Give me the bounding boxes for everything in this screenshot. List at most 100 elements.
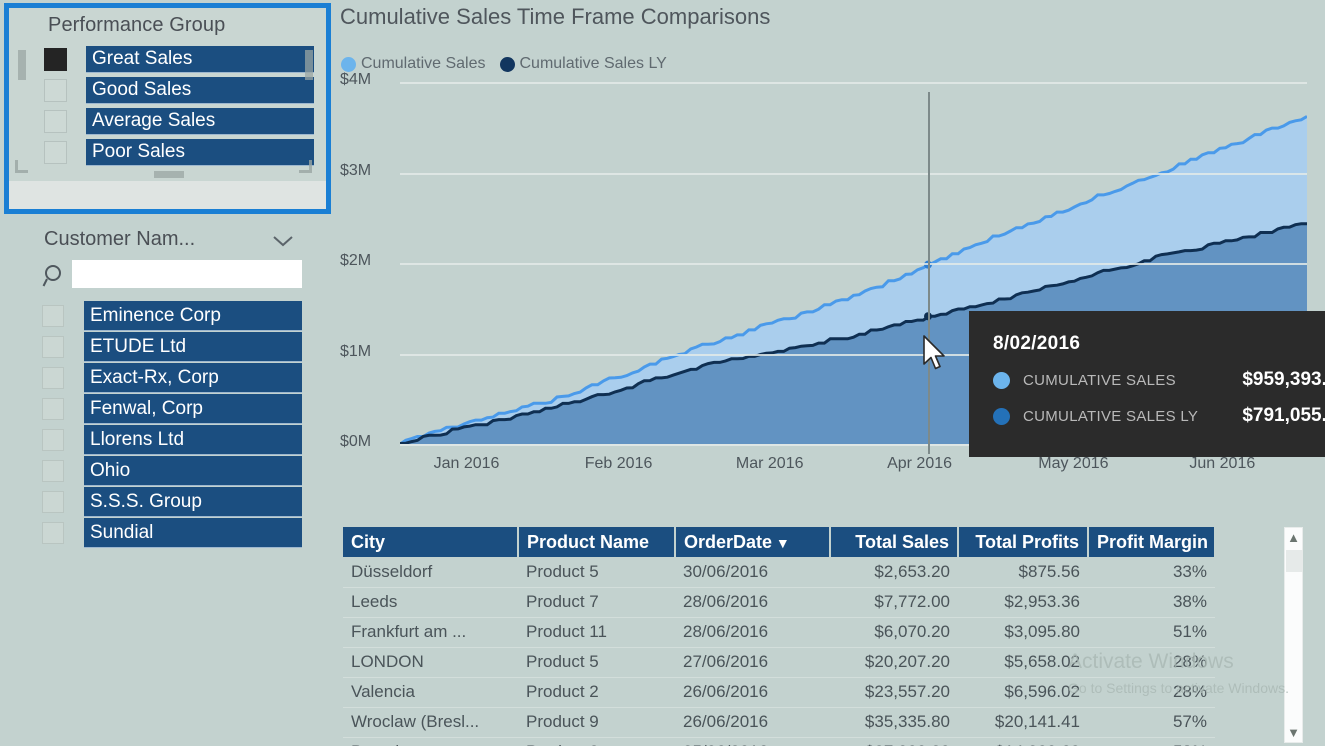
scrollbar-thumb[interactable]	[1286, 550, 1303, 572]
x-axis-tick-label: Apr 2016	[887, 455, 953, 472]
table-column-header-label: Profit Margin	[1097, 531, 1208, 552]
table-cell: Product 5	[518, 647, 675, 678]
table-vertical-scrollbar[interactable]: ▲ ▼	[1284, 527, 1303, 743]
table-row[interactable]: Frankfurt am ... Product 11 28/06/2016 $6,0…	[343, 617, 1215, 648]
table-cell: $875.56	[958, 557, 1088, 588]
checkbox-icon[interactable]	[42, 398, 64, 420]
checkbox-checked-icon[interactable]	[44, 48, 67, 71]
legend-item[interactable]: Cumulative Sales LY	[499, 55, 667, 73]
performance-group-slicer[interactable]: Performance Group Great Sales Good Sales A…	[4, 3, 331, 214]
performance-slicer-item-label: Good Sales	[86, 77, 314, 104]
table-cell: 30/06/2016	[675, 557, 830, 588]
table-cell: 28/06/2016	[675, 617, 830, 648]
table-cell: 27/06/2016	[675, 647, 830, 678]
table-cell: 38%	[1088, 587, 1215, 618]
customer-slicer-item-label: Exact-Rx, Corp	[84, 363, 302, 393]
table-cell: 26/06/2016	[675, 677, 830, 708]
checkbox-icon[interactable]	[42, 522, 64, 544]
chevron-down-icon[interactable]	[272, 234, 294, 248]
customer-slicer-item-label: Llorens Ltd	[84, 425, 302, 455]
table-row[interactable]: Wroclaw (Bresl... Product 9 26/06/2016 $35,…	[343, 707, 1215, 738]
table-row[interactable]: BarcelonaProduct 225/06/2016$27,000.20$1…	[343, 737, 1215, 746]
table-cell: $3,095.80	[958, 617, 1088, 648]
table-cell: Wroclaw (Bresl...	[343, 707, 518, 738]
performance-group-title: Performance Group	[48, 14, 226, 36]
customer-slicer-item-label: Ohio	[84, 456, 302, 486]
legend-color-dot	[499, 56, 515, 72]
table-column-header[interactable]: City	[343, 527, 519, 557]
table-column-header[interactable]: Profit Margin	[1088, 527, 1216, 557]
table-body: Düsseldorf Product 5 30/06/2016 $2,653.20 $8…	[343, 557, 1215, 746]
table-cell: $20,207.20	[830, 647, 958, 678]
table-column-header[interactable]: OrderDate ▼	[675, 527, 831, 557]
table-cell: LONDON	[343, 647, 518, 678]
checkbox-icon[interactable]	[44, 79, 67, 102]
customer-name-title: Customer Nam...	[44, 228, 196, 250]
resize-handle-bottom[interactable]	[154, 171, 184, 178]
tooltip-date: 8/02/2016	[993, 333, 1081, 354]
tooltip-series-dot	[993, 407, 1010, 425]
checkbox-icon[interactable]	[42, 336, 64, 358]
sales-detail-table-visual[interactable]: City Product Name OrderDate ▼ Total Sales To…	[336, 512, 1325, 746]
chevron-up-icon[interactable]: ▲	[1285, 528, 1302, 547]
checkbox-icon[interactable]	[44, 110, 67, 133]
table-row[interactable]: LONDON Product 5 27/06/2016 $20,207.20 $5,65…	[343, 647, 1215, 678]
table-cell: 28%	[1088, 677, 1215, 708]
tooltip-series-label: CUMULATIVE SALES LY	[1023, 407, 1199, 425]
table-cell: Düsseldorf	[343, 557, 518, 588]
powerbi-report-canvas: Performance Group Great Sales Good Sales A…	[0, 0, 1325, 746]
chart-gridline	[400, 263, 1307, 265]
chart-gridline	[400, 82, 1307, 84]
customer-slicer-item-label: Fenwal, Corp	[84, 394, 302, 424]
table-column-header-label: Total Sales	[855, 531, 949, 552]
x-axis-tick-label: Mar 2016	[735, 455, 804, 472]
table-cell: 25/06/2016	[675, 737, 830, 746]
legend-label: Cumulative Sales LY	[519, 55, 667, 72]
table-cell: $14,820.62	[958, 737, 1088, 746]
mouse-cursor-icon	[923, 335, 945, 370]
table-cell: $35,335.80	[830, 707, 958, 738]
resize-handle-left[interactable]	[18, 50, 26, 80]
sort-descending-icon[interactable]: ▼	[772, 535, 790, 551]
table-cell: 28/06/2016	[675, 587, 830, 618]
table-column-header-label: OrderDate	[684, 531, 773, 552]
table-cell: $23,557.20	[830, 677, 958, 708]
table-cell: Barcelona	[343, 737, 518, 746]
table-row[interactable]: Düsseldorf Product 5 30/06/2016 $2,653.20 $8…	[343, 557, 1215, 588]
table-cell: Frankfurt am ...	[343, 617, 518, 648]
checkbox-icon[interactable]	[42, 367, 64, 389]
chart-title: Cumulative Sales Time Frame Comparisons	[340, 4, 771, 29]
table-row[interactable]: Valencia Product 2 26/06/2016 $23,557.20 $6,…	[343, 677, 1215, 708]
table-row[interactable]: Leeds Product 7 28/06/2016 $7,772.00 $2,953.…	[343, 587, 1215, 618]
customer-search-input[interactable]	[72, 260, 302, 288]
checkbox-icon[interactable]	[42, 460, 64, 482]
y-axis-tick-label: $2M	[340, 252, 372, 269]
tooltip-row: CUMULATIVE SALES $959,393.10	[993, 369, 1325, 391]
cumulative-sales-chart-visual[interactable]: Cumulative Sales Time Frame Comparisons …	[332, 0, 1325, 497]
y-axis-tick-label: $4M	[340, 71, 372, 88]
table-cell: $5,658.02	[958, 647, 1088, 678]
table-cell: Leeds	[343, 587, 518, 618]
table-column-header[interactable]: Total Sales	[830, 527, 959, 557]
resize-handle-bottom-left[interactable]	[15, 160, 28, 173]
tooltip-series-label: CUMULATIVE SALES	[1023, 371, 1176, 389]
table-column-header[interactable]: Total Profits	[958, 527, 1089, 557]
checkbox-icon[interactable]	[42, 491, 64, 513]
legend-color-dot	[341, 56, 356, 72]
table-cell: 53%	[1088, 737, 1215, 746]
chevron-down-icon[interactable]: ▼	[1285, 723, 1302, 742]
x-axis-tick-label: May 2016	[1038, 455, 1109, 472]
table-column-header[interactable]: Product Name	[518, 527, 676, 557]
resize-handle-right[interactable]	[305, 50, 313, 80]
table-cell: $6,070.20	[830, 617, 958, 648]
table-cell: 57%	[1088, 707, 1215, 738]
checkbox-icon[interactable]	[44, 141, 67, 164]
resize-handle-bottom-right[interactable]	[299, 160, 312, 173]
table-cell: $27,000.20	[830, 737, 958, 746]
checkbox-icon[interactable]	[42, 429, 64, 451]
table-cell: 26/06/2016	[675, 707, 830, 738]
tooltip-series-value: $959,393.10	[1242, 369, 1325, 390]
x-axis-tick-label: Feb 2016	[584, 455, 653, 472]
checkbox-icon[interactable]	[42, 305, 64, 327]
customer-name-slicer[interactable]: Customer Nam... Eminence Corp ETUDE Ltd Ex…	[4, 222, 319, 742]
